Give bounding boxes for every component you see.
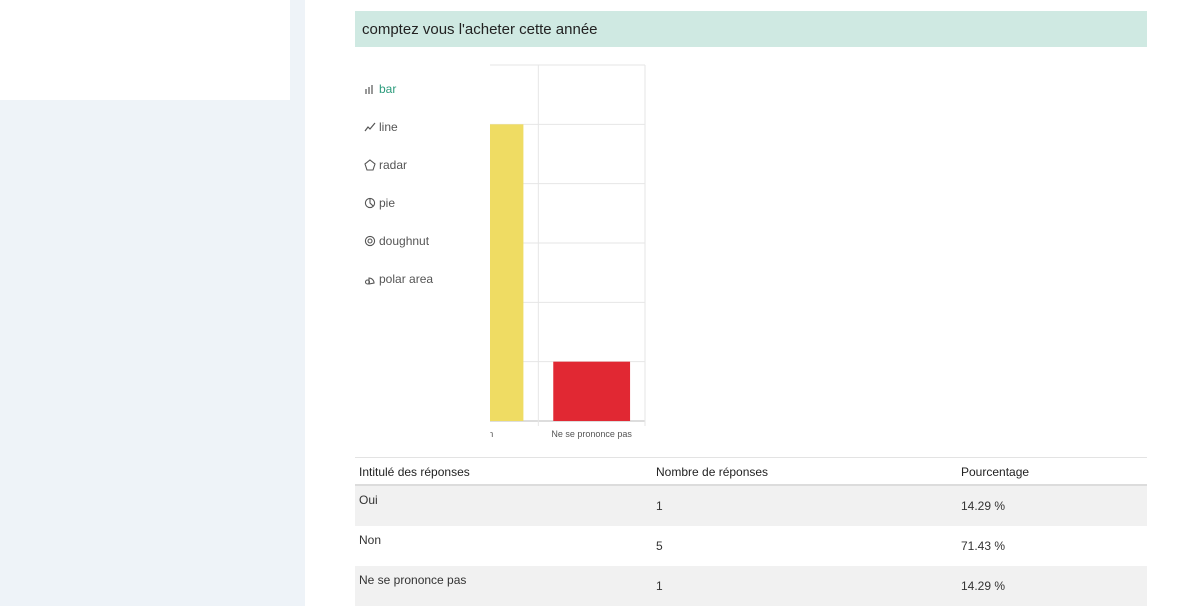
chart-type-line[interactable]: line (363, 108, 483, 146)
chart-type-polar-area[interactable]: polar area (363, 260, 483, 298)
row-count: 5 (656, 539, 663, 553)
row-label: Non (359, 533, 382, 547)
row-label: Oui (359, 493, 378, 507)
main-panel: comptez vous l'acheter cette année bar l… (305, 0, 1200, 606)
bar-chart-svg: 0123456OuiNonNe se prononce pas (490, 64, 646, 439)
bar (553, 361, 631, 421)
chart-type-doughnut[interactable]: doughnut (363, 222, 483, 260)
chart-type-radar[interactable]: radar (363, 146, 483, 184)
row-label: Ne se prononce pas (359, 573, 467, 587)
row-percent: 14.29 % (961, 499, 1006, 513)
chart-type-label: line (379, 120, 398, 134)
chart-type-label: polar area (379, 272, 434, 286)
chart-type-label: doughnut (379, 234, 430, 248)
responses-table: Intitulé des réponses Nombre de réponses… (355, 457, 1147, 606)
row-percent: 14.29 % (961, 579, 1006, 593)
question-title: comptez vous l'acheter cette année (355, 11, 1147, 47)
bar-chart-icon (363, 82, 377, 96)
row-count: 1 (656, 499, 663, 513)
line-chart-icon (363, 120, 377, 134)
table-row: Non 5 71.43 % (355, 526, 1147, 566)
header-nombre: Nombre de réponses (656, 465, 769, 479)
x-tick-label: Ne se prononce pas (551, 429, 632, 439)
chart-type-selector: bar line radar pie doughnut polar area (363, 70, 483, 298)
table-header: Intitulé des réponses Nombre de réponses… (355, 458, 1147, 486)
bar-chart: 0123456OuiNonNe se prononce pas (490, 56, 850, 448)
header-intitule: Intitulé des réponses (359, 465, 470, 479)
x-tick-label: Non (490, 429, 493, 439)
header-pourcentage: Pourcentage (961, 465, 1030, 479)
chart-type-label: radar (379, 158, 408, 172)
polar-area-chart-icon (363, 272, 377, 286)
row-percent: 71.43 % (961, 539, 1006, 553)
left-panel (0, 0, 290, 100)
chart-type-label: pie (379, 196, 396, 210)
table-row: Ne se prononce pas 1 14.29 % (355, 566, 1147, 606)
row-count: 1 (656, 579, 663, 593)
bar (490, 124, 524, 421)
radar-chart-icon (363, 158, 377, 172)
pie-chart-icon (363, 196, 377, 210)
chart-type-bar[interactable]: bar (363, 70, 483, 108)
doughnut-chart-icon (363, 234, 377, 248)
table-row: Oui 1 14.29 % (355, 486, 1147, 526)
chart-type-pie[interactable]: pie (363, 184, 483, 222)
chart-type-label: bar (379, 82, 397, 96)
